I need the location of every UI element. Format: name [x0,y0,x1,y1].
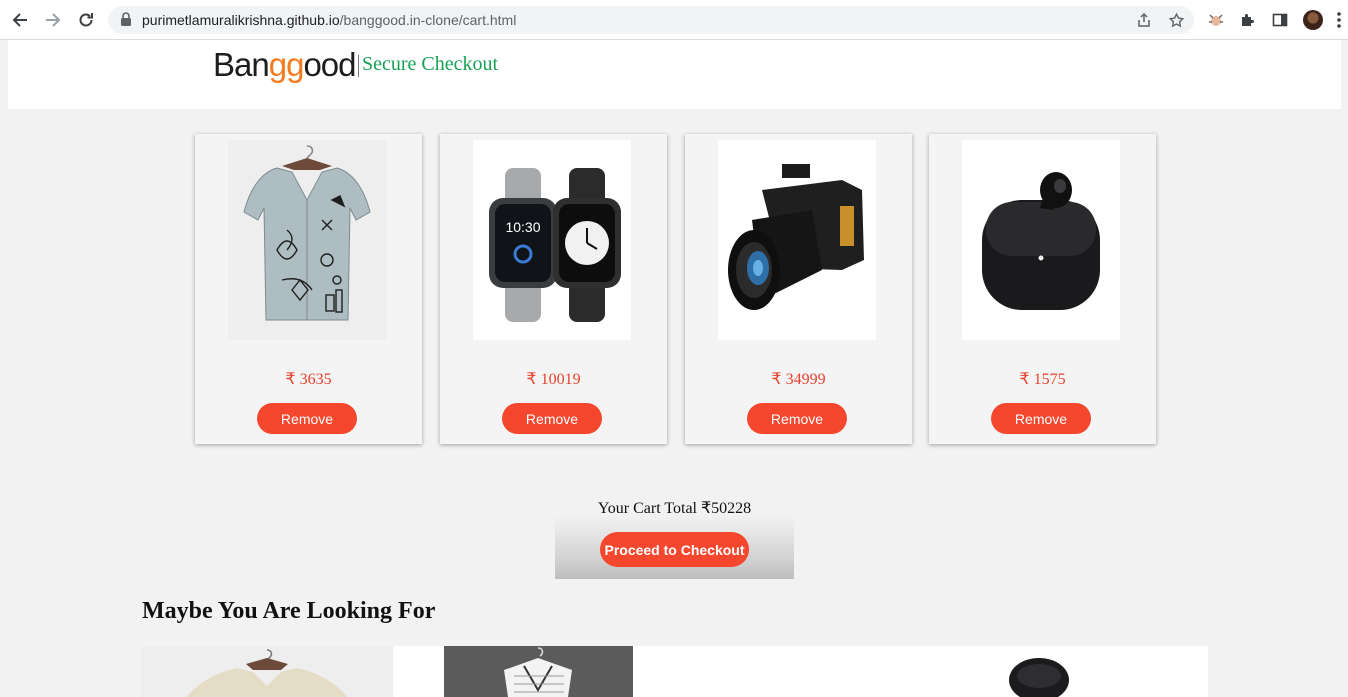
cart-item-card: ₹ 3635 Remove [195,134,422,444]
side-panel-icon[interactable] [1269,9,1291,31]
banggood-logo[interactable]: Banggood [213,46,357,84]
back-arrow-icon[interactable] [8,8,32,32]
lock-icon [120,12,132,32]
bookmark-star-icon[interactable] [1166,10,1186,30]
suggestion-image-shirt[interactable] [141,646,393,697]
secure-checkout-title: Secure Checkout [362,53,499,75]
logo-divider [358,55,359,77]
product-image-smartwatch: 10:30 [473,140,631,340]
cart-item-card: ₹ 34999 Remove [685,134,912,444]
share-icon[interactable] [1134,10,1154,30]
cart-item-card: 10:30 ₹ 10019 Remove [440,134,667,444]
remove-button[interactable]: Remove [257,403,357,434]
product-image-shirt [228,140,386,340]
cart-total-text: Your Cart Total ₹50228 [597,500,752,517]
item-price: ₹ 1575 [1019,371,1066,388]
remove-button[interactable]: Remove [502,403,602,434]
reload-icon[interactable] [74,8,98,32]
suggestions-strip [141,646,1208,697]
cart-total-panel: Your Cart Total ₹50228 Proceed to Checko… [555,468,794,579]
address-bar[interactable]: purimetlamuralikrishna.github.io/banggoo… [108,6,1194,34]
item-price: ₹ 3635 [285,371,332,388]
suggestions-heading: Maybe You Are Looking For [142,598,436,624]
extension-bug-icon[interactable] [1205,9,1227,31]
menu-kebab-icon[interactable] [1332,9,1346,31]
browser-toolbar: purimetlamuralikrishna.github.io/banggoo… [0,0,1348,40]
profile-avatar[interactable] [1302,9,1324,31]
item-price: ₹ 10019 [526,371,581,388]
item-price: ₹ 34999 [771,371,826,388]
svg-text:10:30: 10:30 [505,219,540,235]
cart-item-card: ₹ 1575 Remove [929,134,1156,444]
product-image-camera [718,140,876,340]
remove-button[interactable]: Remove [747,403,847,434]
suggestion-image-striped-shirt[interactable] [444,646,633,697]
proceed-to-checkout-button[interactable]: Proceed to Checkout [600,532,749,567]
url-text: purimetlamuralikrishna.github.io/banggoo… [142,12,517,28]
product-image-earbuds [962,140,1120,340]
extensions-puzzle-icon[interactable] [1237,9,1259,31]
site-header: Banggood Secure Checkout [8,40,1341,109]
forward-arrow-icon[interactable] [41,8,65,32]
remove-button[interactable]: Remove [991,403,1091,434]
suggestion-image-earbud[interactable] [1001,646,1081,697]
